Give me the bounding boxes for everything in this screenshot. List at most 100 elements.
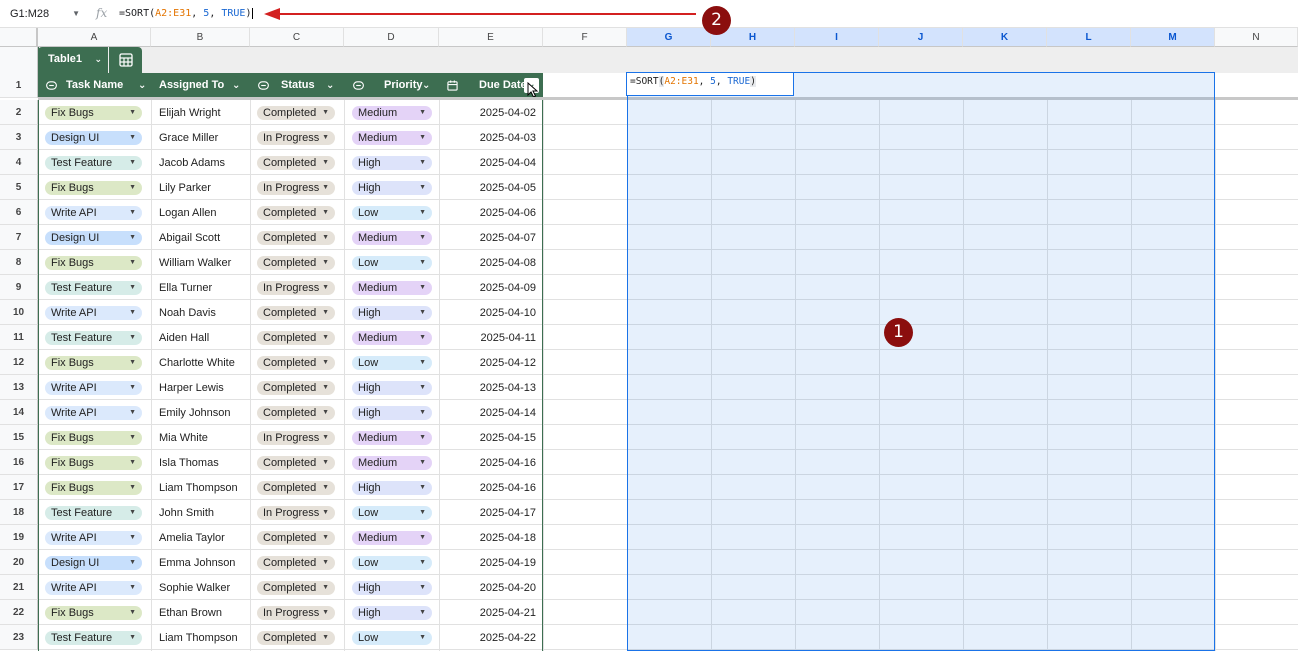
row-number[interactable]: 8 [0,250,38,275]
priority-chip[interactable]: Medium ▼ [352,231,432,245]
column-header-g[interactable]: G [627,28,711,47]
row-number[interactable]: 5 [0,175,38,200]
dropdown-arrow-icon[interactable]: ▼ [419,406,426,420]
dropdown-arrow-icon[interactable]: ▼ [322,356,329,370]
dropdown-arrow-icon[interactable]: ▼ [129,581,136,595]
dropdown-arrow-icon[interactable]: ▼ [322,281,329,295]
dropdown-arrow-icon[interactable]: ▼ [129,206,136,220]
column-header-j[interactable]: J [879,28,963,47]
status-chip[interactable]: Completed ▼ [257,531,335,545]
chevron-down-icon[interactable]: ⌄ [94,47,102,71]
dropdown-arrow-icon[interactable]: ▼ [322,631,329,645]
row-number[interactable]: 13 [0,375,38,400]
priority-chip[interactable]: High ▼ [352,481,432,495]
dropdown-arrow-icon[interactable]: ▼ [419,131,426,145]
row-number[interactable]: 14 [0,400,38,425]
status-chip[interactable]: Completed ▼ [257,481,335,495]
priority-chip[interactable]: Low ▼ [352,256,432,270]
priority-chip[interactable]: Medium ▼ [352,331,432,345]
status-chip[interactable]: Completed ▼ [257,231,335,245]
dropdown-arrow-icon[interactable]: ▼ [419,481,426,495]
row-number[interactable]: 2 [0,100,38,125]
task-chip[interactable]: Fix Bugs ▼ [45,481,142,495]
row-number[interactable]: 4 [0,150,38,175]
dropdown-arrow-icon[interactable]: ▼ [419,631,426,645]
dropdown-arrow-icon[interactable]: ▼ [129,381,136,395]
task-chip[interactable]: Write API ▼ [45,581,142,595]
dropdown-arrow-icon[interactable]: ▼ [419,606,426,620]
dropdown-arrow-icon[interactable]: ▼ [129,556,136,570]
priority-chip[interactable]: High ▼ [352,306,432,320]
row-number[interactable]: 7 [0,225,38,250]
status-chip[interactable]: Completed ▼ [257,156,335,170]
dropdown-arrow-icon[interactable]: ▼ [322,381,329,395]
priority-chip[interactable]: Low ▼ [352,506,432,520]
column-header-f[interactable]: F [543,28,627,47]
dropdown-arrow-icon[interactable]: ▼ [322,606,329,620]
dropdown-arrow-icon[interactable]: ▼ [322,531,329,545]
row-number[interactable]: 3 [0,125,38,150]
priority-chip[interactable]: Low ▼ [352,631,432,645]
row-number[interactable]: 23 [0,625,38,650]
row-number[interactable]: 6 [0,200,38,225]
status-chip[interactable]: Completed ▼ [257,581,335,595]
priority-chip[interactable]: High ▼ [352,156,432,170]
status-chip[interactable]: In Progress ▼ [257,606,335,620]
priority-chip[interactable]: Medium ▼ [352,456,432,470]
column-header-m[interactable]: M [1131,28,1215,47]
dropdown-arrow-icon[interactable]: ▼ [322,431,329,445]
dropdown-arrow-icon[interactable]: ▼ [419,306,426,320]
task-chip[interactable]: Write API ▼ [45,381,142,395]
priority-chip[interactable]: Low ▼ [352,556,432,570]
row-number[interactable]: 16 [0,450,38,475]
dropdown-arrow-icon[interactable]: ▼ [322,581,329,595]
dropdown-arrow-icon[interactable]: ▼ [129,331,136,345]
formula-input[interactable]: =SORT(A2:E31, 5, TRUE) [119,8,253,19]
priority-chip[interactable]: Medium ▼ [352,106,432,120]
status-chip[interactable]: Completed ▼ [257,456,335,470]
dropdown-arrow-icon[interactable]: ▼ [419,381,426,395]
dropdown-arrow-icon[interactable]: ▼ [322,206,329,220]
column-header-n[interactable]: N [1215,28,1298,47]
header-status[interactable]: Status ⌄ [256,73,344,98]
priority-chip[interactable]: Medium ▼ [352,431,432,445]
dropdown-arrow-icon[interactable]: ▼ [419,106,426,120]
task-chip[interactable]: Fix Bugs ▼ [45,431,142,445]
dropdown-arrow-icon[interactable]: ▼ [129,181,136,195]
status-chip[interactable]: Completed ▼ [257,306,335,320]
dropdown-arrow-icon[interactable]: ▼ [322,131,329,145]
priority-chip[interactable]: High ▼ [352,406,432,420]
status-chip[interactable]: In Progress ▼ [257,181,335,195]
priority-chip[interactable]: Medium ▼ [352,281,432,295]
table-view-icon[interactable] [109,47,142,73]
dropdown-arrow-icon[interactable]: ▼ [419,156,426,170]
row-number[interactable]: 20 [0,550,38,575]
dropdown-arrow-icon[interactable]: ▼ [322,156,329,170]
task-chip[interactable]: Fix Bugs ▼ [45,106,142,120]
dropdown-arrow-icon[interactable]: ▼ [129,231,136,245]
dropdown-arrow-icon[interactable]: ▼ [322,506,329,520]
dropdown-arrow-icon[interactable]: ▼ [129,606,136,620]
dropdown-arrow-icon[interactable]: ▼ [129,531,136,545]
column-header-l[interactable]: L [1047,28,1131,47]
dropdown-arrow-icon[interactable]: ▼ [419,556,426,570]
dropdown-arrow-icon[interactable]: ▼ [129,481,136,495]
row-number[interactable]: 9 [0,275,38,300]
chevron-down-icon[interactable]: ⌄ [326,73,334,98]
task-chip[interactable]: Fix Bugs ▼ [45,456,142,470]
status-chip[interactable]: Completed ▼ [257,206,335,220]
dropdown-arrow-icon[interactable]: ▼ [419,506,426,520]
chevron-down-icon[interactable]: ▼ [72,3,80,25]
dropdown-arrow-icon[interactable]: ▼ [322,231,329,245]
column-header-e[interactable]: E [439,28,543,47]
header-priority[interactable]: Priority ⌄ [352,73,436,98]
chevron-down-icon[interactable]: ⌄ [138,73,146,98]
task-chip[interactable]: Test Feature ▼ [45,331,142,345]
dropdown-arrow-icon[interactable]: ▼ [129,256,136,270]
name-box[interactable]: G1:M28 ▼ [0,3,86,25]
column-header-a[interactable]: A [38,28,151,47]
status-chip[interactable]: Completed ▼ [257,256,335,270]
row-number[interactable]: 22 [0,600,38,625]
dropdown-arrow-icon[interactable]: ▼ [129,406,136,420]
dropdown-arrow-icon[interactable]: ▼ [419,581,426,595]
